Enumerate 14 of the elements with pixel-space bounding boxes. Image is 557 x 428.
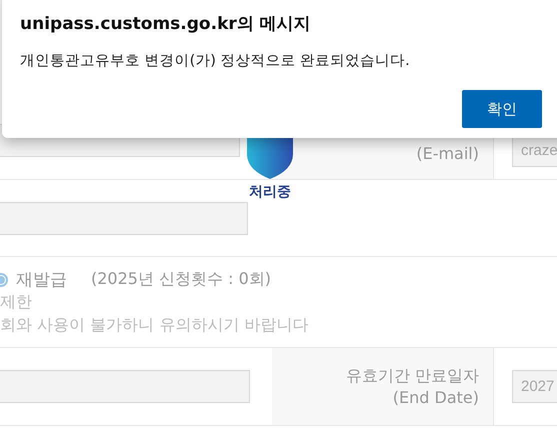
notice-text: 회와 사용이 불가하니 유의하시기 바랍니다 [0,314,310,336]
field-label: 유효기간 만료일자 [346,364,480,386]
input-field[interactable] [0,370,250,403]
loading-text: 처리중 [249,183,291,201]
input-field[interactable] [0,202,248,234]
ok-button[interactable]: 확인 [462,90,542,128]
radio-label: 재발급 [16,269,67,292]
count-note: (2025년 신청횟수 : 0회) [91,269,272,290]
field-sublabel: (End Date) [392,386,480,408]
dialog-message: 개인통관고유부호 변경이(가) 정상적으로 완료되었습니다. [20,52,411,70]
dialog-title: unipass.customs.go.kr의 메시지 [20,13,312,35]
date-field[interactable]: 2027 [512,370,557,403]
notice-text: 제한 [0,291,33,314]
field-label: (E-mail) [416,143,480,165]
